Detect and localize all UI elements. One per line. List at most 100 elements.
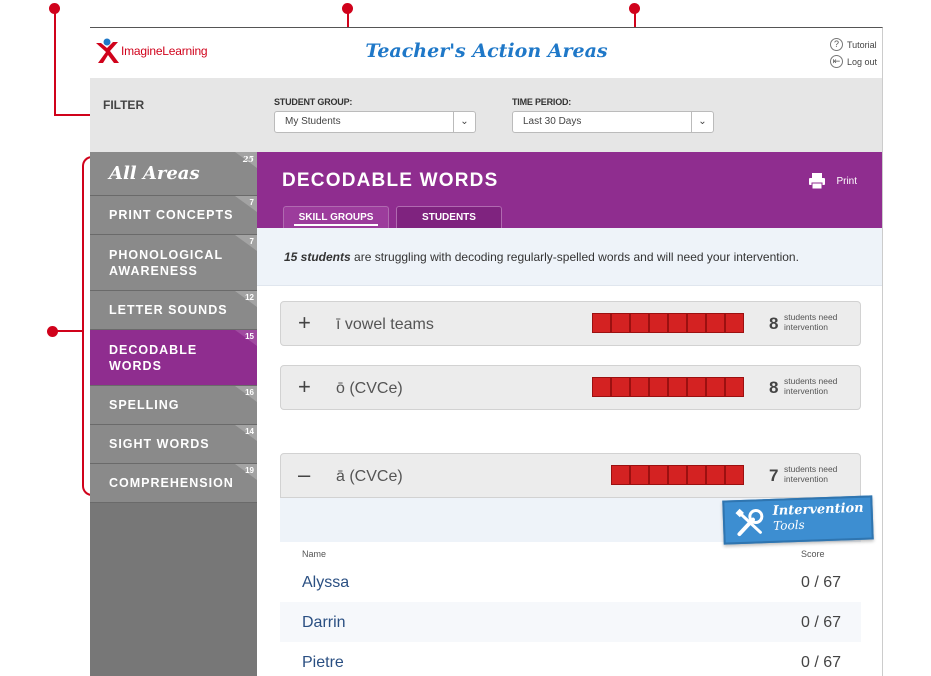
need-bar [611, 465, 744, 485]
sidebar-item-letter-sounds[interactable]: 12 LETTER SOUNDS [90, 291, 257, 330]
sidebar-item-label: COMPREHENSION [109, 476, 234, 490]
expand-icon[interactable]: + [298, 374, 311, 400]
bar-segment [687, 377, 706, 397]
need-text-line2: intervention [784, 386, 828, 396]
bar-segment [706, 377, 725, 397]
tab-students[interactable]: STUDENTS [396, 206, 502, 228]
collapse-icon[interactable]: – [298, 462, 310, 488]
time-period-select[interactable]: Last 30 Days ⌄ [512, 111, 714, 133]
tools-label-line2: Tools [772, 517, 805, 533]
skill-name: ī vowel teams [336, 316, 434, 333]
student-name: Darrin [302, 614, 346, 631]
chevron-down-icon: ⌄ [453, 112, 475, 132]
bar-segment [706, 465, 725, 485]
logout-link[interactable]: ⇤ Log out [829, 55, 877, 68]
item-count: 14 [245, 427, 254, 436]
sidebar-item-label: All Areas [109, 163, 200, 184]
intervention-tools-button[interactable]: Intervention Tools [722, 495, 874, 545]
section-header: DECODABLE WORDS Print SKILL GROUPS STUDE… [257, 152, 882, 228]
student-row[interactable]: Darrin 0 / 67 [280, 602, 861, 642]
need-text: students need intervention [784, 376, 837, 396]
item-count: 19 [245, 466, 254, 475]
sidebar-item-decodable-words[interactable]: 15 DECODABLE WORDS [90, 330, 257, 386]
item-count: 15 [245, 332, 254, 341]
sidebar-item-label: PRINT CONCEPTS [109, 208, 234, 222]
sidebar: 25 All Areas 7 PRINT CONCEPTS 7 PHONOLOG… [90, 152, 257, 676]
bar-segment [725, 313, 744, 333]
sidebar-item-label: SPELLING [109, 398, 180, 412]
summary-banner: 15 students are struggling with decoding… [257, 228, 882, 286]
item-count: 12 [245, 293, 254, 302]
need-text: students need intervention [784, 312, 837, 332]
need-count: 8 [769, 314, 779, 333]
callout-line-filter-h [54, 114, 94, 116]
need-text-line2: intervention [784, 474, 828, 484]
student-name: Alyssa [302, 574, 350, 591]
filter-label: FILTER [103, 98, 145, 112]
sidebar-item-all-areas[interactable]: 25 All Areas [90, 152, 257, 196]
item-count: 16 [245, 388, 254, 397]
bar-segment [668, 313, 687, 333]
bar-segment [630, 465, 649, 485]
bar-segment [630, 377, 649, 397]
tools-icon [735, 507, 766, 538]
skill-group-row[interactable]: – ā (CVCe) 7 students need intervention [280, 453, 861, 498]
bar-segment [649, 313, 668, 333]
need-text: students need intervention [784, 464, 837, 484]
print-label: Print [836, 175, 857, 187]
tools-label: Intervention Tools [772, 501, 864, 534]
skill-group-row[interactable]: + ī vowel teams 8 students need intervent… [280, 301, 861, 346]
print-button[interactable]: Print [808, 172, 857, 190]
need-text-line1: students need [784, 464, 838, 474]
item-count: 7 [249, 198, 254, 207]
help-icon: ? [829, 38, 843, 51]
tab-skill-groups[interactable]: SKILL GROUPS [283, 206, 389, 228]
callout-line-filter-v [54, 8, 56, 116]
student-score: 0 / 67 [800, 574, 841, 591]
time-period-filter: TIME PERIOD: Last 30 Days ⌄ [512, 97, 714, 133]
logout-label: Log out [846, 56, 877, 67]
student-group-value: My Students [285, 116, 341, 127]
time-period-label: TIME PERIOD: [512, 97, 572, 107]
sidebar-item-spelling[interactable]: 16 SPELLING [90, 386, 257, 425]
student-group-filter: STUDENT GROUP: My Students ⌄ [274, 97, 476, 133]
need-text-line1: students need [784, 376, 838, 386]
student-group-label: STUDENT GROUP: [274, 97, 353, 107]
need-text-line1: students need [784, 312, 838, 322]
callout-line-header-right [634, 8, 636, 28]
sidebar-item-label: DECODABLE WORDS [109, 342, 198, 373]
bar-segment [725, 465, 744, 485]
bar-segment [668, 465, 687, 485]
bar-segment [592, 313, 611, 333]
summary-count: 15 students [284, 250, 351, 264]
bar-segment [649, 465, 668, 485]
app-window: ImagineLearning Teacher's Action Areas ?… [90, 27, 883, 676]
sidebar-item-sight-words[interactable]: 14 SIGHT WORDS [90, 425, 257, 464]
printer-icon [808, 172, 826, 190]
bar-segment [611, 377, 630, 397]
sidebar-item-comprehension[interactable]: 19 COMPREHENSION [90, 464, 257, 503]
bar-segment [725, 377, 744, 397]
header-links: ? Tutorial ⇤ Log out [829, 38, 877, 72]
need-count: 8 [769, 378, 779, 397]
student-row[interactable]: Pietre 0 / 67 [280, 642, 861, 676]
item-count: 25 [242, 154, 254, 164]
bar-segment [687, 465, 706, 485]
bar-segment [706, 313, 725, 333]
tutorial-link[interactable]: ? Tutorial [829, 38, 877, 51]
callout-line-header-center [347, 8, 349, 28]
bar-segment [611, 313, 630, 333]
column-header-score: Score [801, 549, 825, 559]
sidebar-item-print-concepts[interactable]: 7 PRINT CONCEPTS [90, 196, 257, 235]
logout-icon: ⇤ [829, 55, 843, 68]
app-header: ImagineLearning Teacher's Action Areas ?… [90, 28, 882, 78]
need-bar [592, 313, 744, 333]
need-text-line2: intervention [784, 322, 828, 332]
student-group-select[interactable]: My Students ⌄ [274, 111, 476, 133]
sidebar-item-phonological-awareness[interactable]: 7 PHONOLOGICAL AWARENESS [90, 235, 257, 291]
expand-icon[interactable]: + [298, 310, 311, 336]
skill-group-row[interactable]: + ō (CVCe) 8 students need intervention [280, 365, 861, 410]
student-row[interactable]: Alyssa 0 / 67 [280, 562, 861, 602]
skill-name: ō (CVCe) [336, 380, 403, 397]
column-header-name: Name [302, 549, 327, 559]
